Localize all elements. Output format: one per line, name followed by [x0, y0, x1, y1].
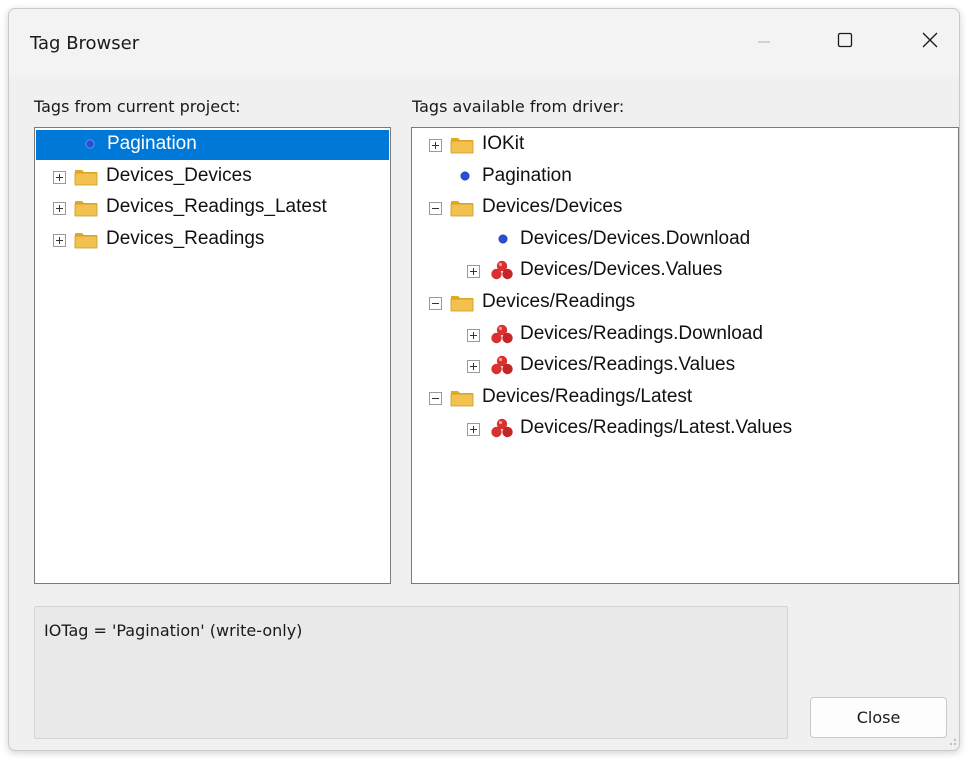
expand-icon[interactable] [467, 265, 480, 279]
close-icon [922, 32, 938, 48]
tree-node-label: Devices/Devices [482, 196, 623, 218]
tree-node[interactable]: Devices/Readings.Values [412, 351, 958, 381]
window-title: Tag Browser [30, 33, 140, 54]
tag-group-icon [490, 417, 514, 445]
tree-node-label: Devices/Devices.Values [520, 259, 723, 281]
tree-node-label: Devices/Readings.Values [520, 354, 736, 376]
tag-group-icon [490, 354, 514, 382]
folder-icon [74, 166, 98, 192]
tree-node[interactable]: Devices/Devices [412, 193, 958, 223]
expand-icon[interactable] [53, 170, 66, 184]
resize-grip-icon[interactable] [947, 738, 957, 748]
close-button[interactable]: Close [810, 697, 947, 738]
tag-browser-dialog: Tag Browser Tags from current project: T… [8, 8, 960, 751]
folder-icon [450, 197, 474, 223]
expand-icon[interactable] [53, 233, 66, 247]
maximize-icon [837, 32, 853, 48]
expand-icon[interactable] [467, 360, 480, 374]
folder-icon [450, 292, 474, 318]
tree-node[interactable]: Devices/Readings/Latest.Values [412, 414, 958, 444]
expand-icon[interactable] [53, 202, 66, 216]
selected-tree-node[interactable]: Pagination [36, 130, 389, 160]
tree-node[interactable]: Devices/Readings.Download [412, 320, 958, 350]
status-panel: IOTag = 'Pagination' (write-only) [34, 606, 788, 739]
tree-node-label: Pagination [104, 133, 200, 155]
tree-node-label: Devices_Readings [106, 227, 265, 249]
tag-dot-icon [496, 229, 510, 255]
title-bar: Tag Browser [9, 9, 959, 77]
tree-node[interactable]: Devices_Readings_Latest [35, 193, 390, 223]
tag-group-icon [490, 259, 514, 287]
close-window-button[interactable] [899, 9, 959, 71]
status-text: IOTag = 'Pagination' (write-only) [44, 621, 303, 640]
minimize-button[interactable] [734, 9, 794, 71]
minimize-icon [758, 41, 770, 43]
tree-node[interactable]: IOKit [412, 130, 958, 160]
tree-node-label: Devices_Readings_Latest [106, 196, 327, 218]
tree-node-label: Devices/Readings/Latest [482, 385, 693, 407]
tree-node[interactable]: Devices/Devices.Values [412, 256, 958, 286]
collapse-icon[interactable] [429, 297, 442, 310]
folder-icon [74, 197, 98, 223]
tree-node[interactable]: Pagination [412, 162, 958, 192]
tag-dot-icon [83, 134, 97, 160]
expand-icon[interactable] [429, 139, 442, 152]
tag-group-icon [490, 323, 514, 351]
tree-node-label: Devices/Readings [482, 291, 636, 312]
left-panel-label: Tags from current project: [34, 97, 241, 116]
driver-tags-tree[interactable]: IOKit Pagination Devices/Devices Devices/De… [411, 127, 959, 584]
maximize-button[interactable] [815, 9, 875, 71]
tree-node[interactable]: Devices_Devices [35, 162, 390, 192]
folder-icon [74, 229, 98, 255]
folder-icon [450, 134, 474, 160]
tree-node-label: Devices_Devices [106, 164, 252, 186]
collapse-icon[interactable] [429, 202, 442, 216]
tree-node-label: IOKit [482, 133, 525, 154]
tree-node-label: Devices/Readings.Download [520, 322, 763, 344]
tree-node[interactable]: Devices/Devices.Download [412, 225, 958, 255]
tree-node-label: Pagination [482, 164, 572, 186]
expand-icon[interactable] [467, 423, 480, 437]
expand-icon[interactable] [467, 328, 480, 342]
collapse-icon[interactable] [429, 391, 442, 405]
folder-icon [450, 387, 474, 413]
tree-node[interactable]: Devices/Readings [412, 288, 958, 318]
tree-node[interactable]: Devices_Readings [35, 225, 390, 255]
project-tags-tree[interactable]: Pagination Devices_Devices Devices_Reading… [34, 127, 391, 584]
right-panel-label: Tags available from driver: [412, 97, 625, 116]
tree-node[interactable]: Devices/Readings/Latest [412, 383, 958, 413]
tree-node-label: Devices/Readings/Latest.Values [520, 417, 793, 439]
tag-dot-icon [458, 166, 472, 192]
tree-node-label: Devices/Devices.Download [520, 227, 751, 249]
